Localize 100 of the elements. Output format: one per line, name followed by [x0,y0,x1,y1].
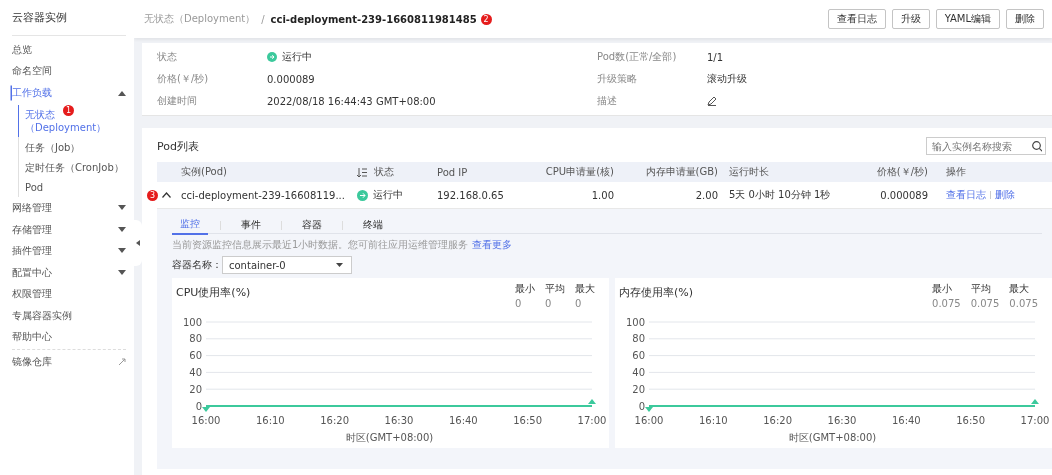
sidebar-item[interactable]: 网络管理 [12,197,126,219]
y-tick-label: 100 [625,316,645,328]
sidebar-item[interactable]: 插件管理 [12,240,126,262]
y-tick-label: 100 [182,316,202,328]
section-title: Pod列表 [157,138,199,154]
stat-label: 最大 [1009,282,1031,296]
y-tick-label: 80 [632,333,645,345]
y-tick-label: 80 [189,333,202,345]
stat-value: 0 [575,298,583,309]
column-header: 状态 [374,165,394,179]
action-button[interactable]: 升级 [891,9,930,29]
caret-icon [336,263,343,267]
sort-icon[interactable] [357,167,367,177]
sidebar-subitem[interactable]: Pod [19,177,126,197]
x-tick-label: 16:10 [698,415,728,426]
sidebar-title: 云容器实例 [12,10,126,36]
running-status-icon [357,189,368,201]
table-cell-text: 0.000089 [879,189,929,201]
tab[interactable]: 终端 [355,217,391,234]
detail-value: 2022/08/18 16:44:43 GMT+08:00 [267,95,436,107]
stat-label: 最大 [575,282,595,296]
stat-label: 最小 [515,282,535,296]
column-header: CPU申请量(核) [545,165,614,179]
search-field[interactable]: 输入实例名称搜索 [926,137,1046,155]
y-tick-label: 20 [632,383,645,395]
pod-name: cci-deployment-239-16608119... [181,189,346,201]
sidebar-item[interactable]: 权限管理 [12,283,126,305]
breadcrumb-current: cci-deployment-239-1660811981485 [270,13,477,25]
sidebar-item[interactable]: 专属容器实例 [12,305,126,327]
x-tick-label: 16:50 [513,415,543,426]
y-tick-label: 0 [638,400,645,412]
chart-title: CPU使用率(%) [176,285,251,301]
column-header: 价格(￥/秒) [876,165,928,179]
x-tick-label: 16:40 [891,415,921,426]
column-header: 实例(Pod) [181,165,227,179]
sidebar-item[interactable]: 工作负载 [12,82,126,104]
running-status-icon [267,52,277,62]
sidebar-subitem[interactable]: 任务（Job） [19,137,126,157]
stat-label: 平均 [545,282,565,296]
table-cell-text: 1.00 [590,189,615,201]
row-action-link[interactable]: 删除 [995,188,1015,202]
column-header: Pod IP [437,166,468,178]
table-cell-text: 192.168.0.65 [437,189,505,201]
start-marker-icon [645,407,653,412]
sidebar-item[interactable]: 配置中心 [12,262,126,284]
sidebar-item[interactable]: 存储管理 [12,219,126,241]
table-cell-text: 5天 0小时 10分钟 1秒 [728,188,832,202]
stat-label: 最小 [932,282,954,296]
column-header: 内存申请量(GB) [645,165,718,179]
table-cell-text: 2.00 [694,189,719,201]
detail-value: 滚动升级 [707,72,747,86]
detail-label: 状态 [157,50,178,64]
tab[interactable]: 事件 [233,217,269,234]
x-tick-label: 17:00 [1020,415,1050,426]
sidebar-item[interactable]: 命名空间 [12,60,126,82]
sidebar-item[interactable]: 镜像仓库 [12,351,126,373]
y-tick-label: 60 [632,350,645,362]
detail-label: 创建时间 [157,94,198,108]
action-button[interactable]: 删除 [1006,9,1044,29]
end-marker-icon [1031,399,1039,404]
stat-value: 0.075 [1009,298,1038,309]
collapse-chevron-icon[interactable] [162,192,171,198]
x-tick-label: 16:40 [448,415,478,426]
detail-label: Pod数(正常/全部) [597,50,678,64]
end-marker-icon [588,399,596,404]
x-tick-label: 16:50 [956,415,986,426]
y-tick-label: 40 [189,366,202,378]
breadcrumb-separator: / [261,13,265,25]
x-tick-label: 16:20 [320,415,350,426]
y-tick-label: 40 [632,366,645,378]
detail-label: 升级策略 [597,72,638,86]
column-header: 操作 [946,165,966,179]
x-tick-label: 16:00 [634,415,664,426]
edit-icon[interactable] [707,96,717,106]
column-header: 运行时长 [729,165,769,179]
more-link[interactable]: 查看更多 [471,239,512,250]
y-tick-label: 20 [189,383,202,395]
x-tick-label: 16:30 [384,415,414,426]
stat-value: 0.075 [970,298,1000,309]
x-tick-label: 16:20 [763,415,793,426]
tab[interactable]: 容器 [294,217,330,234]
chart-title: 内存使用率(%) [619,285,694,301]
y-tick-label: 0 [195,400,202,412]
sidebar-item[interactable]: 总览 [12,39,126,61]
container-select[interactable]: container-0 [222,256,352,274]
x-tick-label: 16:30 [827,415,857,426]
sidebar-subitem[interactable]: 无状态（Deployment） 1 [18,104,126,137]
stat-label: 平均 [970,282,992,296]
detail-label: 价格(￥/秒) [157,72,210,86]
number-badge: 3 [147,189,158,201]
link-icon [118,357,126,366]
row-action-link[interactable]: 查看日志 [946,188,986,202]
sidebar-item[interactable]: 帮助中心 [12,326,126,348]
detail-label: 描述 [597,94,618,108]
search-icon[interactable] [1032,140,1042,152]
detail-value: 0.000089 [267,73,315,85]
action-button[interactable]: 查看日志 [827,9,886,29]
action-button[interactable]: YAML编辑 [935,9,1000,29]
tab[interactable]: 监控 [172,216,208,235]
sidebar-subitem[interactable]: 定时任务（CronJob） [19,157,126,177]
